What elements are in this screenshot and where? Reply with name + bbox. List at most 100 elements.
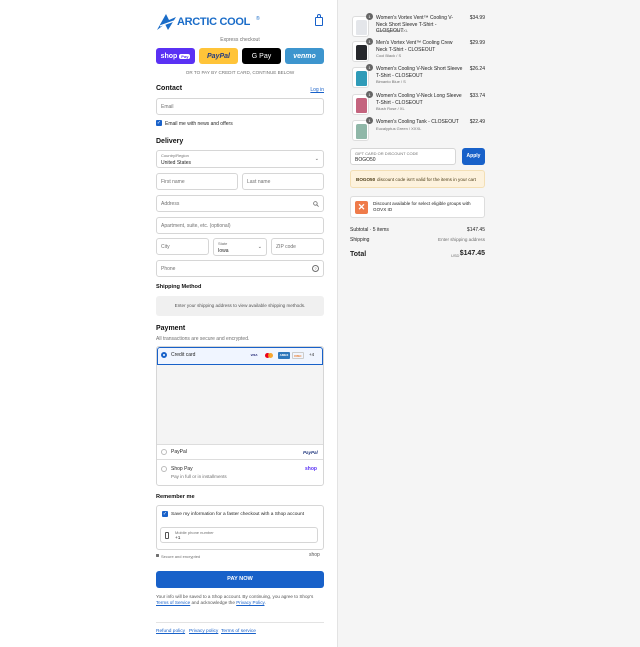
shop-pay-option[interactable] xyxy=(157,460,323,485)
express-divider: OR TO PAY BY CREDIT CARD, CONTINUE BELOW xyxy=(185,70,295,75)
first-name-field[interactable]: First name xyxy=(156,173,238,190)
brand-trademark: ® xyxy=(256,16,260,22)
gpay-button[interactable]: G Pay xyxy=(242,48,281,64)
mobile-phone-field[interactable]: Mobile phone number +1 xyxy=(160,527,318,543)
news-label: Email me with news and offers xyxy=(165,121,233,127)
brand-logo[interactable]: ARCTIC COOL ® xyxy=(156,13,261,31)
refund-policy-link[interactable]: Refund policy xyxy=(156,629,185,634)
shop-pay-radio[interactable] xyxy=(161,466,167,472)
credit-card-radio[interactable] xyxy=(161,352,167,358)
secure-label: Secure and encrypted xyxy=(161,554,201,559)
apartment-field[interactable]: Apartment, suite, etc. (optional) xyxy=(156,217,324,234)
quantity-badge: 1 xyxy=(366,13,373,20)
express-checkout-label: Express checkout xyxy=(220,37,260,43)
item-variant: Blush Rose / XL xyxy=(376,106,405,111)
paypal-radio[interactable] xyxy=(161,449,167,455)
apply-button[interactable]: Apply xyxy=(462,148,485,165)
item-price: $34.99 xyxy=(469,15,485,21)
item-variant: Eucalyptus Green / XXXL xyxy=(376,126,422,131)
paypal-label: PayPal xyxy=(171,449,187,455)
state-select[interactable]: State Iowa ⌄ xyxy=(213,238,267,256)
shop-pay-label: Shop Pay xyxy=(171,466,193,472)
pay-now-button[interactable]: PAY NOW xyxy=(156,571,324,588)
item-price: $26.24 xyxy=(469,66,485,72)
address-field[interactable]: Address xyxy=(156,195,324,212)
quantity-badge: 1 xyxy=(366,64,373,71)
total-value: $147.45 xyxy=(459,250,485,257)
shipping-note-box: Enter your shipping address to view avai… xyxy=(156,296,324,316)
mastercard-icon: MC xyxy=(263,352,275,359)
shop-logo: shop xyxy=(309,552,320,558)
terms-of-service-link[interactable]: Terms of service xyxy=(221,629,256,634)
order-summary: 1 Women's Vortex Vent™ Cooling V-Neck Sho… xyxy=(337,0,640,647)
last-name-field[interactable]: Last name xyxy=(242,173,324,190)
brand-name: ARCTIC COOL xyxy=(177,16,251,28)
quantity-badge: 1 xyxy=(366,91,373,98)
news-checkbox[interactable]: ✓ xyxy=(156,120,162,126)
shirt-icon xyxy=(356,20,367,35)
chevron-down-icon: ⌄ xyxy=(314,156,319,162)
help-icon[interactable]: ? xyxy=(312,265,319,272)
item-variant: Morning Rain / XL xyxy=(376,28,409,33)
total-label: Total xyxy=(350,251,367,258)
subtotal-value: $147.45 xyxy=(466,227,485,233)
paypal-logo: PayPal xyxy=(303,450,318,455)
subtotal-label: Subtotal · 5 items xyxy=(350,227,389,233)
shipping-label: Shipping xyxy=(350,237,370,243)
shop-pay-sub: Pay in full or in installments xyxy=(171,474,227,479)
country-select[interactable]: Country/Region United States ⌄ xyxy=(156,150,324,168)
contact-title: Contact xyxy=(156,85,183,92)
shop-terms-link[interactable]: Terms of Service xyxy=(156,600,190,605)
visa-icon: VISA xyxy=(250,353,258,357)
item-variant: Bimanto Blue / S xyxy=(376,79,406,84)
shop-pay-badge: Pay xyxy=(179,53,191,59)
card-form-area xyxy=(157,365,323,445)
venmo-button[interactable]: venmo xyxy=(285,48,324,64)
delivery-title: Delivery xyxy=(156,138,184,145)
email-field[interactable]: Email xyxy=(156,98,324,115)
paypal-button[interactable]: PayPal xyxy=(199,48,238,64)
lock-icon xyxy=(156,554,159,557)
cart-bag-icon[interactable] xyxy=(315,14,323,26)
chevron-down-icon: ⌄ xyxy=(257,244,262,250)
zip-field[interactable]: ZIP code xyxy=(271,238,324,255)
footer-divider xyxy=(156,622,324,623)
mobile-phone-icon xyxy=(165,532,169,539)
govx-icon: ✕ xyxy=(355,201,368,214)
payment-title: Payment xyxy=(156,325,186,332)
discount-warning: BOGO50 discount code isn't valid for the… xyxy=(350,170,485,188)
city-field[interactable]: City xyxy=(156,238,209,255)
item-price: $33.74 xyxy=(469,93,485,99)
legal-text: Your info will be saved to a Shop accoun… xyxy=(156,594,314,605)
payment-subtitle: All transactions are secure and encrypte… xyxy=(156,336,250,342)
save-info-label: Save my information for a faster checkou… xyxy=(171,512,305,517)
shop-pay-logo: shop xyxy=(305,466,317,472)
save-info-checkbox[interactable]: ✓ xyxy=(162,511,168,517)
payment-methods-box xyxy=(156,346,324,486)
more-cards-label: +4 xyxy=(309,352,315,357)
shipping-value: Enter shipping address xyxy=(438,237,485,242)
item-price: $29.99 xyxy=(469,40,485,46)
item-variant: Cool Black / S xyxy=(376,53,402,58)
amex-icon: AMEX xyxy=(278,352,290,359)
shirt-icon xyxy=(356,45,367,60)
shirt-icon xyxy=(356,98,367,113)
discount-field[interactable]: GIFT CARD OR DISCOUNT CODE BOGO50 xyxy=(350,148,456,165)
shirt-icon xyxy=(356,71,367,86)
credit-card-label: Credit card xyxy=(171,352,196,358)
login-link[interactable]: Log in xyxy=(300,87,324,93)
logo-mark-icon xyxy=(157,14,176,30)
shirt-icon xyxy=(356,124,367,139)
quantity-badge: 1 xyxy=(366,38,373,45)
remember-title: Remember me xyxy=(156,494,195,500)
checkout-main: ARCTIC COOL ® Express checkout shop Pay … xyxy=(0,0,337,647)
shipping-title: Shipping Method xyxy=(156,284,202,290)
search-icon xyxy=(313,201,319,207)
govx-banner[interactable]: ✕ Discount available for select eligible… xyxy=(350,196,485,218)
shop-privacy-link[interactable]: Privacy Policy xyxy=(236,600,264,605)
item-price: $22.49 xyxy=(469,119,485,125)
quantity-badge: 1 xyxy=(366,117,373,124)
shop-pay-button[interactable]: shop Pay xyxy=(156,48,195,64)
phone-field[interactable]: Phone ? xyxy=(156,260,324,277)
privacy-policy-link[interactable]: Privacy policy xyxy=(189,629,218,634)
